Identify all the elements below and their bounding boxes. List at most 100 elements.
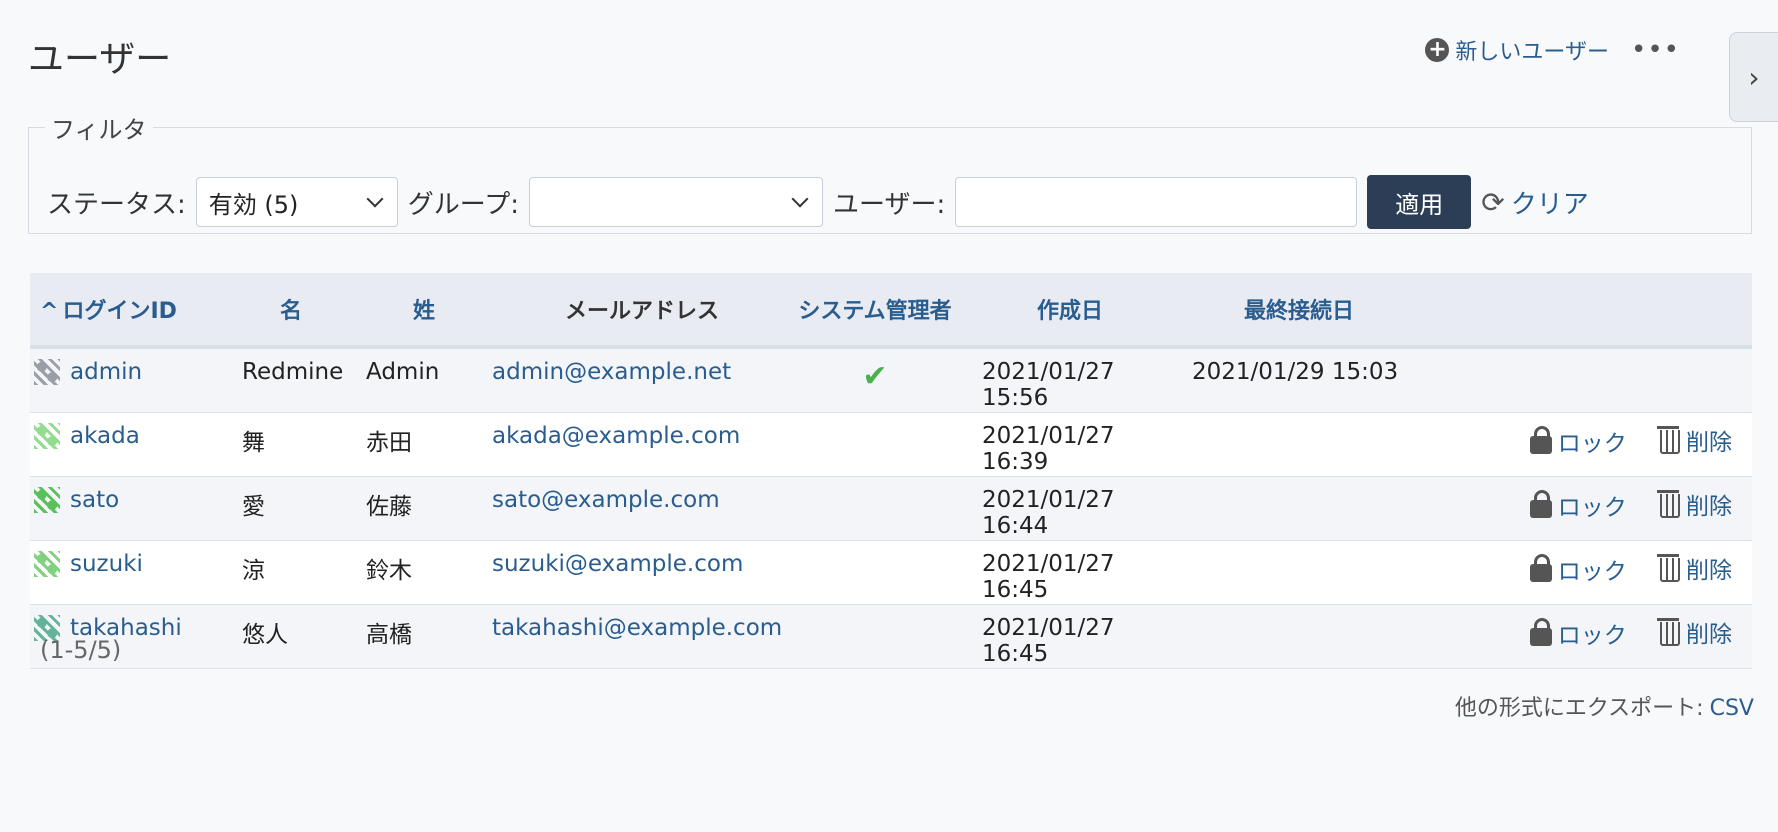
cell-admin	[792, 604, 958, 669]
add-icon: +	[1425, 38, 1450, 62]
cell-admin: ✔	[792, 347, 958, 413]
lock-user-button[interactable]: ロック	[1529, 616, 1627, 650]
table-row: sato 愛 佐藤 sato@example.com 2021/01/27 16…	[30, 476, 1752, 541]
filter-fieldset: フィルタ ステータス: 有効 (5) グループ: ユーザー: 適用 ⟳ クリア	[28, 110, 1752, 234]
page-title: ユーザー	[28, 39, 172, 80]
cell-lastname: 鈴木	[356, 540, 492, 605]
cell-login: akada	[30, 412, 226, 477]
column-header-created[interactable]: 作成日	[958, 273, 1182, 349]
cell-login: sato	[30, 476, 226, 541]
table-row: takahashi 悠人 高橋 takahashi@example.com 20…	[30, 604, 1752, 669]
sort-ascending-icon: ^	[40, 299, 59, 324]
status-select[interactable]: 有効 (5)	[195, 177, 398, 227]
new-user-label: 新しいユーザー	[1455, 40, 1609, 65]
avatar-icon	[34, 423, 60, 449]
clear-link[interactable]: ⟳ クリア	[1481, 184, 1588, 221]
table-header-row: ^ ログインID 名 姓 メールアドレス システム管理者 作成日 最終接続日	[30, 273, 1752, 349]
cell-firstname: 舞	[226, 412, 356, 477]
user-mail-link[interactable]: suzuki@example.com	[492, 551, 743, 577]
user-login-link[interactable]: akada	[70, 423, 140, 449]
cell-actions: ロック 削除	[1416, 604, 1752, 669]
user-mail-link[interactable]: sato@example.com	[492, 487, 720, 513]
trash-icon	[1657, 426, 1680, 454]
lock-user-button[interactable]: ロック	[1529, 424, 1627, 458]
avatar-icon	[34, 487, 60, 513]
avatar-icon	[34, 359, 60, 385]
cell-created: 2021/01/27 16:39	[958, 412, 1182, 477]
delete-user-button[interactable]: 削除	[1657, 551, 1732, 585]
table-row: akada 舞 赤田 akada@example.com 2021/01/27 …	[30, 412, 1752, 477]
cell-created: 2021/01/27 15:56	[958, 347, 1182, 413]
lock-user-button[interactable]: ロック	[1529, 552, 1627, 586]
user-mail-link[interactable]: admin@example.net	[492, 359, 731, 385]
column-header-login-label: ログインID	[62, 299, 177, 324]
cell-created: 2021/01/27 16:45	[958, 540, 1182, 605]
cell-firstname: Redmine	[226, 347, 356, 413]
user-login-link[interactable]: admin	[70, 359, 142, 385]
group-label: グループ:	[407, 189, 519, 220]
cell-actions	[1416, 347, 1752, 413]
column-header-admin[interactable]: システム管理者	[792, 273, 958, 349]
group-select[interactable]	[528, 177, 823, 227]
new-user-link[interactable]: + 新しいユーザー	[1425, 34, 1609, 66]
filter-row: ステータス: 有効 (5) グループ: ユーザー: 適用 ⟳ クリア	[47, 175, 1733, 229]
lock-label: ロック	[1557, 495, 1627, 521]
more-actions-icon[interactable]: •••	[1631, 37, 1680, 63]
clear-label: クリア	[1510, 189, 1589, 220]
lock-label: ロック	[1557, 559, 1627, 585]
users-table-wrapper: ^ ログインID 名 姓 メールアドレス システム管理者 作成日 最終接続日 ad…	[30, 273, 1752, 669]
cell-mail: akada@example.com	[492, 412, 792, 477]
chevron-right-icon: ›	[1748, 60, 1760, 94]
reload-icon: ⟳	[1481, 185, 1505, 219]
column-header-firstname[interactable]: 名	[226, 273, 356, 349]
user-mail-link[interactable]: akada@example.com	[492, 423, 740, 449]
pagination-count: (1-5/5)	[40, 636, 122, 664]
export-label: 他の形式にエクスポート:	[1454, 696, 1704, 721]
delete-label: 削除	[1686, 622, 1732, 648]
apply-button[interactable]: 適用	[1367, 175, 1472, 229]
csv-export-link[interactable]: CSV	[1710, 696, 1754, 721]
cell-lastname: 赤田	[356, 412, 492, 477]
export-bar: 他の形式にエクスポート: CSV	[1455, 690, 1754, 722]
user-login-link[interactable]: sato	[70, 487, 119, 513]
filter-legend: フィルタ	[51, 116, 147, 144]
column-header-lastname[interactable]: 姓	[356, 273, 492, 349]
cell-lastname: 高橋	[356, 604, 492, 669]
cell-actions: ロック 削除	[1416, 476, 1752, 541]
column-header-login[interactable]: ^ ログインID	[30, 273, 226, 349]
cell-mail: admin@example.net	[492, 347, 792, 413]
lock-label: ロック	[1557, 623, 1627, 649]
cell-firstname: 涼	[226, 540, 356, 605]
delete-user-button[interactable]: 削除	[1657, 487, 1732, 521]
cell-admin	[792, 476, 958, 541]
chevron-down-icon	[791, 190, 809, 208]
trash-icon	[1657, 490, 1680, 518]
cell-last-login	[1182, 476, 1416, 541]
user-login-link[interactable]: suzuki	[70, 551, 143, 577]
lock-icon	[1529, 490, 1552, 518]
cell-firstname: 愛	[226, 476, 356, 541]
column-header-last-login[interactable]: 最終接続日	[1182, 273, 1416, 349]
cell-login: suzuki	[30, 540, 226, 605]
delete-label: 削除	[1686, 494, 1732, 520]
table-row: suzuki 涼 鈴木 suzuki@example.com 2021/01/2…	[30, 540, 1752, 605]
sidebar-toggle-button[interactable]: ›	[1729, 32, 1778, 122]
lock-label: ロック	[1557, 431, 1627, 457]
delete-user-button[interactable]: 削除	[1657, 615, 1732, 649]
user-label: ユーザー:	[832, 189, 946, 220]
lock-user-button[interactable]: ロック	[1529, 488, 1627, 522]
cell-admin	[792, 412, 958, 477]
lock-icon	[1529, 618, 1552, 646]
table-row: admin Redmine Admin admin@example.net ✔ …	[30, 347, 1752, 413]
cell-lastname: 佐藤	[356, 476, 492, 541]
cell-last-login	[1182, 540, 1416, 605]
user-mail-link[interactable]: takahashi@example.com	[492, 615, 782, 641]
cell-last-login	[1182, 604, 1416, 669]
delete-label: 削除	[1686, 430, 1732, 456]
delete-user-button[interactable]: 削除	[1657, 423, 1732, 457]
user-search-input[interactable]	[955, 177, 1358, 227]
trash-icon	[1657, 554, 1680, 582]
lock-icon	[1529, 554, 1552, 582]
cell-admin	[792, 540, 958, 605]
contextual-actions: + 新しいユーザー •••	[1425, 34, 1680, 66]
